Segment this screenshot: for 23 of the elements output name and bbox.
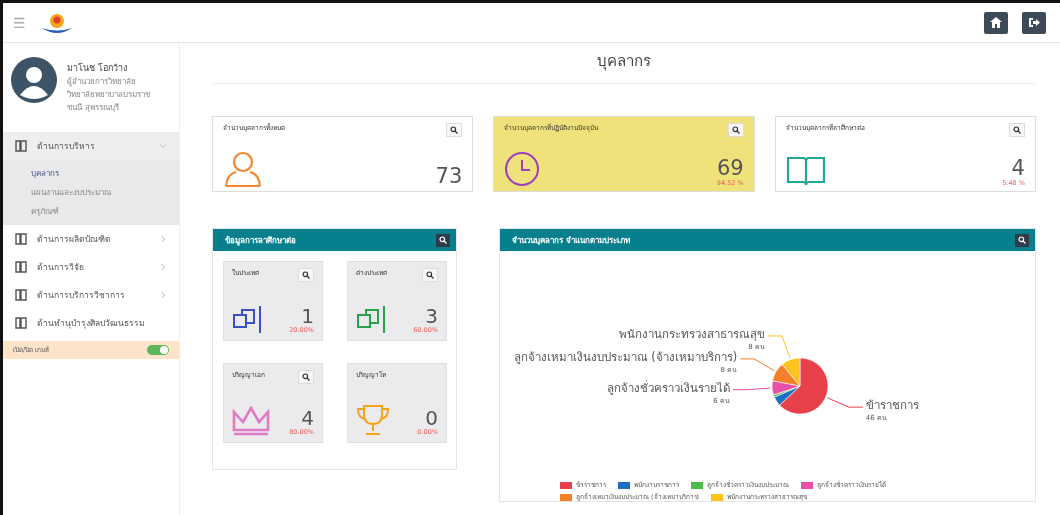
- slice-label: พนักงานกระทรวงสาธารณสุข: [619, 326, 765, 341]
- stat-value: 3: [425, 306, 438, 326]
- page-title: บุคลากร: [212, 43, 1036, 84]
- stat-value: 69: [716, 158, 744, 179]
- stat-value: 1: [301, 306, 314, 326]
- panel-title: จำนวนบุคลากร จำแนกตามประเภท: [512, 234, 630, 247]
- slice-label: ลูกจ้างชั่วคราวเงินรายได้: [606, 380, 730, 395]
- stat-value: 0: [425, 408, 438, 428]
- sidebar-item-label: ด้านการผลิตบัณฑิต: [37, 233, 112, 246]
- stat-value: 73: [435, 166, 463, 187]
- user-detail: ผู้อำนวยการวิทยาลัย: [67, 76, 137, 88]
- slice-label: ข้าราชการ: [865, 398, 919, 413]
- stat-value: 4: [301, 408, 314, 428]
- user-name: มาโนช โอกว้าง: [67, 62, 128, 75]
- sidebar-item-label: ด้านการบริการวิชาการ: [37, 289, 126, 302]
- user-detail: ชนนี สุพรรณบุรี: [67, 102, 120, 114]
- sidebar-item-label: ด้านการวิจัย: [37, 261, 85, 274]
- sidebar-item-label: ด้านการบริหาร: [37, 140, 96, 153]
- sidebar-item-label: ด้านทำนุบำรุงศิลปวัฒนธรรม: [37, 317, 146, 330]
- stat-value: 4: [1011, 158, 1025, 179]
- panel-title: ข้อมูลการลาศึกษาต่อ: [225, 234, 296, 247]
- user-detail: วิทยาลัยพยาบาลบรมราช: [67, 89, 150, 101]
- slice-label: ลูกจ้างเหมาเงินงบประมาณ (จ้างเหมาบริการ): [513, 349, 738, 364]
